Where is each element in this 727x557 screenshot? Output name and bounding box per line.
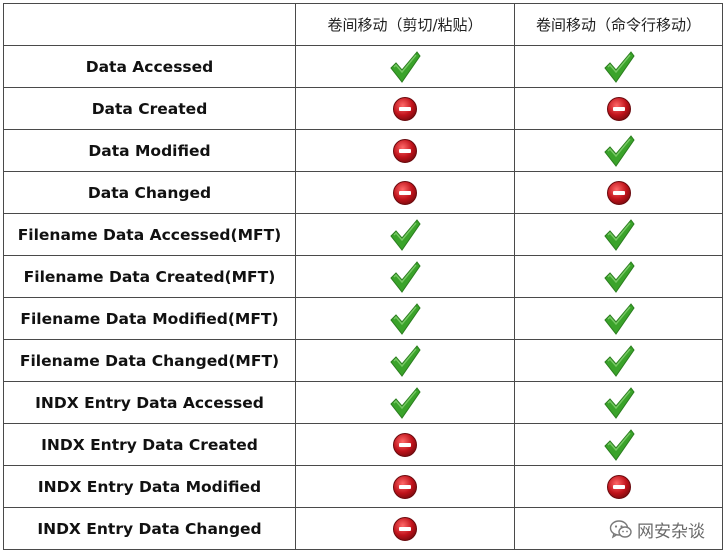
cell-cut-paste bbox=[295, 465, 515, 508]
row-label: INDX Entry Data Accessed bbox=[3, 381, 296, 424]
row-label: INDX Entry Data Created bbox=[3, 423, 296, 466]
cell-cmd-move bbox=[514, 45, 723, 88]
row-label: Filename Data Modified(MFT) bbox=[3, 297, 296, 340]
table-row: INDX Entry Data Modified bbox=[3, 465, 723, 508]
header-cell-cmd-move: 卷间移动（命令行移动） bbox=[514, 3, 723, 46]
row-label: Filename Data Accessed(MFT) bbox=[3, 213, 296, 256]
green-check-icon bbox=[602, 50, 636, 84]
row-label: Data Created bbox=[3, 87, 296, 130]
table-body: Data Accessed Data Created Data Modified Da… bbox=[3, 45, 723, 550]
cell-cut-paste bbox=[295, 339, 515, 382]
cell-cut-paste bbox=[295, 171, 515, 214]
row-label: Filename Data Created(MFT) bbox=[3, 255, 296, 298]
cell-cmd-move bbox=[514, 129, 723, 172]
green-check-icon bbox=[602, 428, 636, 462]
table-row: Data Accessed bbox=[3, 45, 723, 88]
cell-cmd-move bbox=[514, 465, 723, 508]
row-label: Data Modified bbox=[3, 129, 296, 172]
red-no-entry-icon bbox=[392, 432, 418, 458]
header-cell-empty bbox=[3, 3, 296, 46]
row-label: Data Changed bbox=[3, 171, 296, 214]
red-no-entry-icon bbox=[606, 96, 632, 122]
cell-cut-paste bbox=[295, 213, 515, 256]
cell-cut-paste bbox=[295, 381, 515, 424]
cell-cut-paste bbox=[295, 297, 515, 340]
green-check-icon bbox=[388, 302, 422, 336]
header-cell-cut-paste: 卷间移动（剪切/粘贴） bbox=[295, 3, 515, 46]
cell-cut-paste bbox=[295, 423, 515, 466]
table-row: Data Modified bbox=[3, 129, 723, 172]
cell-cmd-move bbox=[514, 213, 723, 256]
watermark: 网安杂谈 bbox=[609, 517, 705, 542]
row-label: Filename Data Changed(MFT) bbox=[3, 339, 296, 382]
table-row: Filename Data Changed(MFT) bbox=[3, 339, 723, 382]
cell-cmd-move bbox=[514, 339, 723, 382]
cell-cmd-move bbox=[514, 87, 723, 130]
red-no-entry-icon bbox=[392, 138, 418, 164]
green-check-icon bbox=[602, 302, 636, 336]
table-row: INDX Entry Data Accessed bbox=[3, 381, 723, 424]
cell-cmd-move bbox=[514, 423, 723, 466]
red-no-entry-icon bbox=[606, 474, 632, 500]
green-check-icon bbox=[602, 386, 636, 420]
table-row: Filename Data Created(MFT) bbox=[3, 255, 723, 298]
table-row: Filename Data Accessed(MFT) bbox=[3, 213, 723, 256]
watermark-text: 网安杂谈 bbox=[637, 522, 705, 542]
green-check-icon bbox=[602, 260, 636, 294]
table-row: Data Created bbox=[3, 87, 723, 130]
table-row: Data Changed bbox=[3, 171, 723, 214]
green-check-icon bbox=[388, 344, 422, 378]
table-header-row: 卷间移动（剪切/粘贴） 卷间移动（命令行移动） bbox=[3, 3, 723, 46]
green-check-icon bbox=[602, 134, 636, 168]
cell-cut-paste bbox=[295, 255, 515, 298]
comparison-table: 卷间移动（剪切/粘贴） 卷间移动（命令行移动） Data Accessed Dat… bbox=[3, 3, 723, 550]
table-row: Filename Data Modified(MFT) bbox=[3, 297, 723, 340]
row-label: Data Accessed bbox=[3, 45, 296, 88]
red-no-entry-icon bbox=[392, 474, 418, 500]
green-check-icon bbox=[388, 50, 422, 84]
cell-cmd-move bbox=[514, 255, 723, 298]
green-check-icon bbox=[388, 260, 422, 294]
cell-cut-paste bbox=[295, 129, 515, 172]
red-no-entry-icon bbox=[392, 516, 418, 542]
cell-cmd-move bbox=[514, 171, 723, 214]
green-check-icon bbox=[602, 344, 636, 378]
table-row: INDX Entry Data Created bbox=[3, 423, 723, 466]
red-no-entry-icon bbox=[606, 180, 632, 206]
green-check-icon bbox=[388, 386, 422, 420]
cell-cut-paste bbox=[295, 507, 515, 550]
cell-cmd-move bbox=[514, 297, 723, 340]
wechat-icon bbox=[609, 519, 633, 541]
cell-cut-paste bbox=[295, 87, 515, 130]
red-no-entry-icon bbox=[392, 180, 418, 206]
green-check-icon bbox=[388, 218, 422, 252]
red-no-entry-icon bbox=[392, 96, 418, 122]
row-label: INDX Entry Data Modified bbox=[3, 465, 296, 508]
cell-cmd-move bbox=[514, 381, 723, 424]
row-label: INDX Entry Data Changed bbox=[3, 507, 296, 550]
document-page: 卷间移动（剪切/粘贴） 卷间移动（命令行移动） Data Accessed Dat… bbox=[0, 0, 727, 557]
cell-cut-paste bbox=[295, 45, 515, 88]
green-check-icon bbox=[602, 218, 636, 252]
